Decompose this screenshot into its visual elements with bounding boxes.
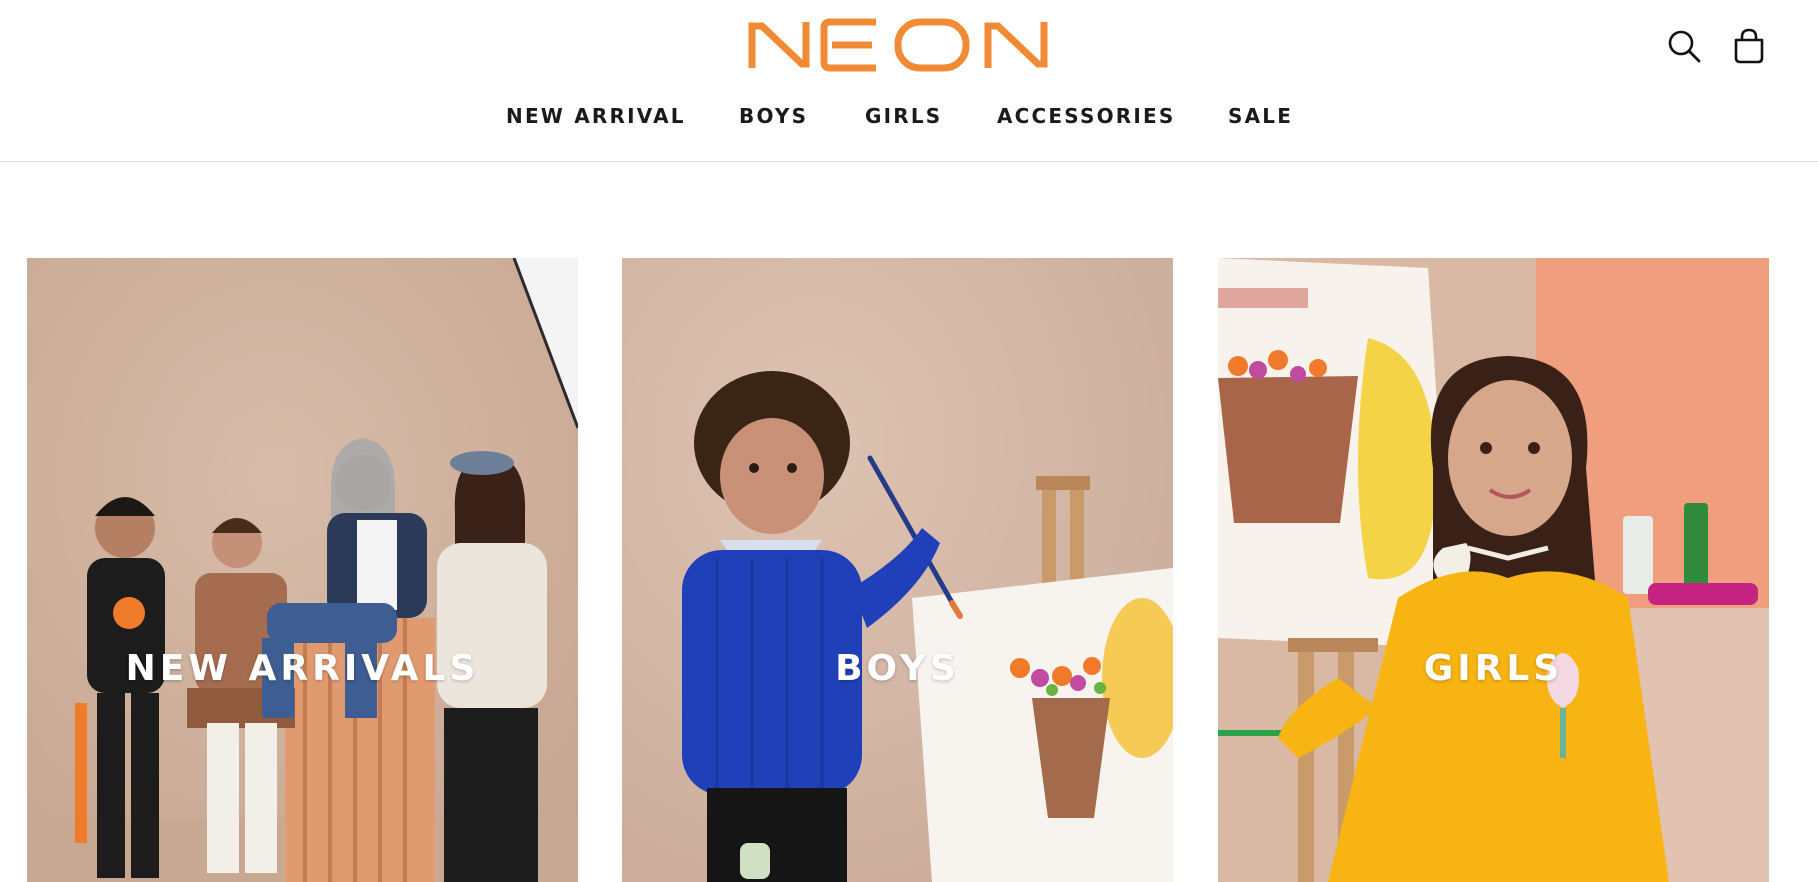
brand-logo[interactable]: [748, 16, 1048, 74]
nav-accessories[interactable]: ACCESSORIES: [997, 104, 1176, 128]
nav-sale[interactable]: SALE: [1228, 104, 1293, 128]
search-icon: [1668, 30, 1701, 63]
cart-button[interactable]: [1731, 26, 1767, 66]
category-card-girls[interactable]: GIRLS: [1218, 258, 1769, 882]
category-label-new-arrivals: NEW ARRIVALS: [125, 648, 480, 689]
new-arrivals-photo: [27, 258, 578, 882]
nav-boys[interactable]: BOYS: [739, 104, 808, 128]
nav-girls[interactable]: GIRLS: [865, 104, 942, 128]
category-label-girls: GIRLS: [1423, 648, 1564, 689]
search-button[interactable]: [1666, 26, 1702, 66]
category-card-boys[interactable]: BOYS: [622, 258, 1173, 882]
category-label-boys: BOYS: [835, 648, 960, 689]
girls-photo: [1218, 258, 1769, 882]
boys-photo: [622, 258, 1173, 882]
category-card-new-arrivals[interactable]: NEW ARRIVALS: [27, 258, 578, 882]
shopping-bag-icon: [1734, 28, 1764, 64]
main-nav: NEW ARRIVAL BOYS GIRLS ACCESSORIES SALE: [0, 104, 1818, 130]
site-header: NEW ARRIVAL BOYS GIRLS ACCESSORIES SALE: [0, 0, 1818, 162]
nav-new-arrival[interactable]: NEW ARRIVAL: [506, 104, 686, 128]
neon-logo-mark: [748, 18, 1048, 72]
